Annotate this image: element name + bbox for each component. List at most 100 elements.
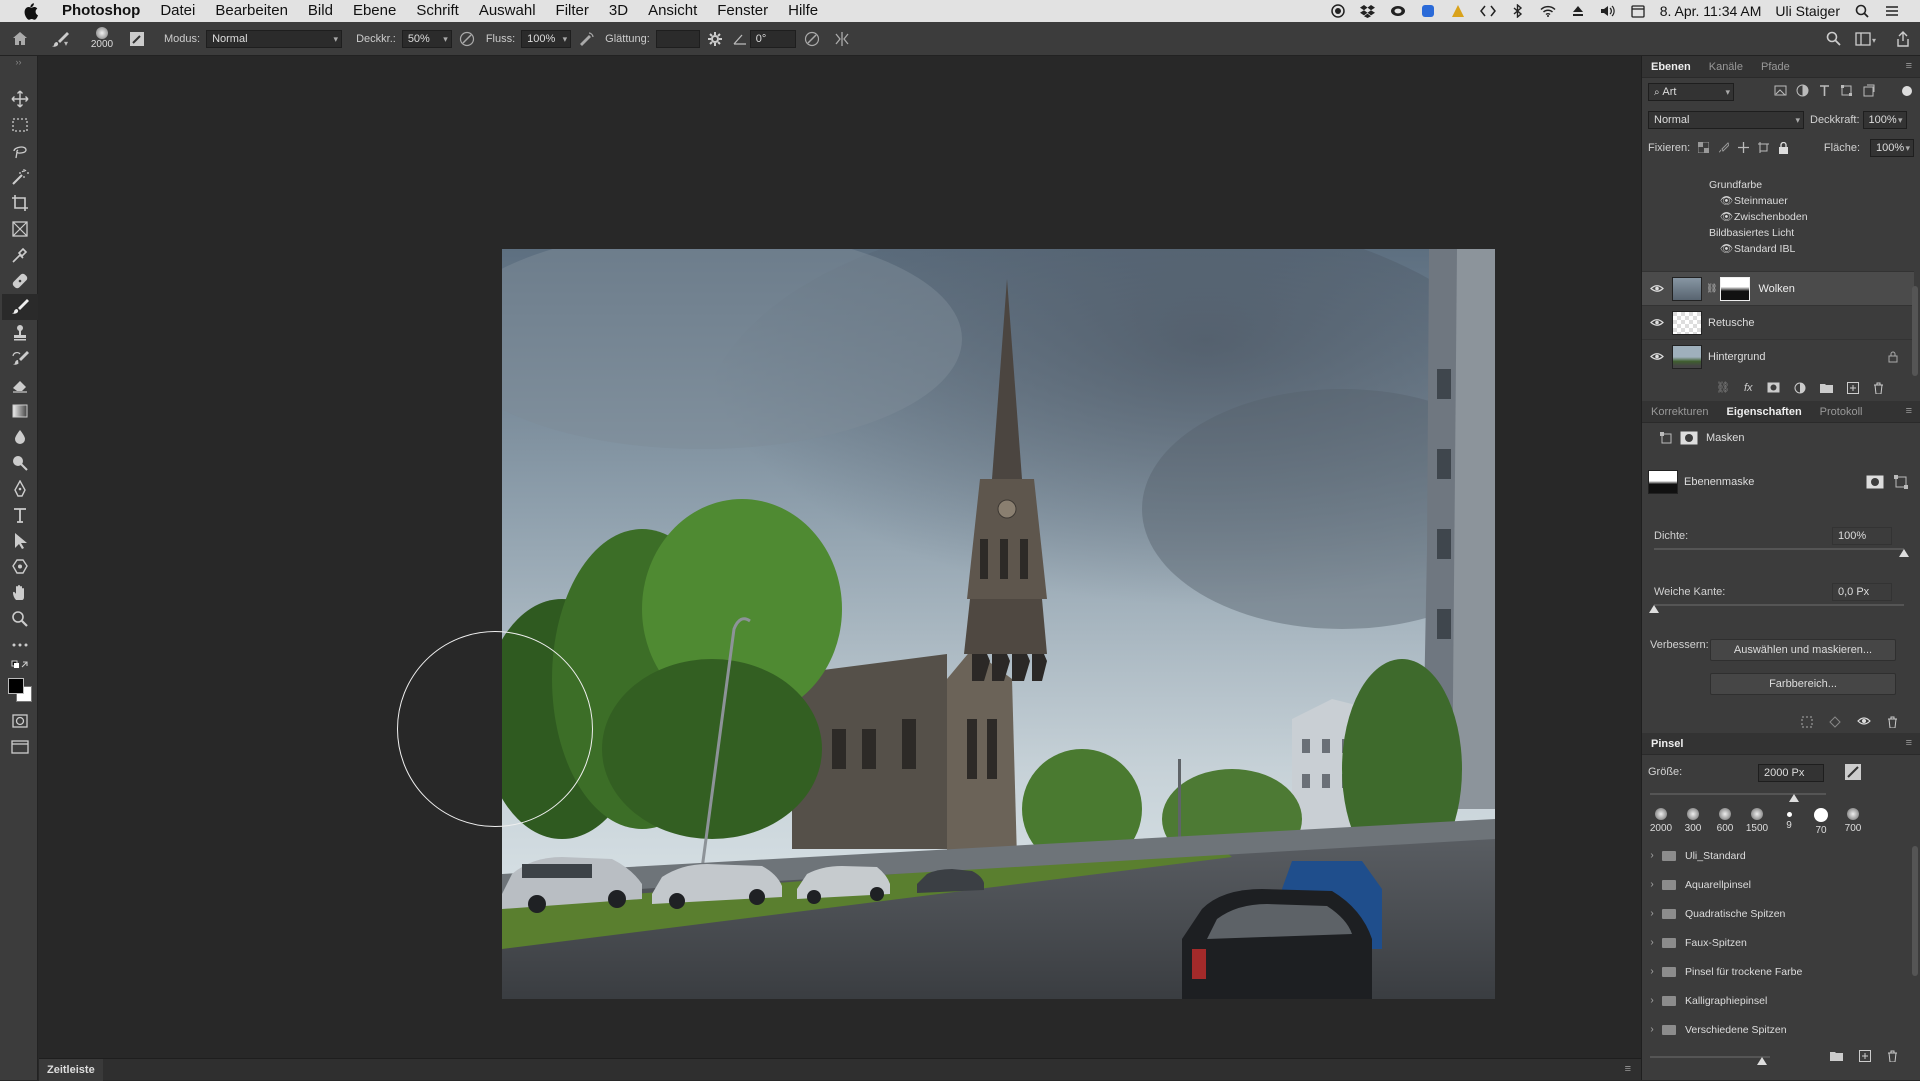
pen-tool-icon[interactable] bbox=[2, 476, 38, 502]
menu-bearbeiten[interactable]: Bearbeiten bbox=[205, 0, 298, 22]
apply-mask-icon[interactable] bbox=[1829, 716, 1841, 728]
brush-preset-9[interactable]: 9 bbox=[1774, 808, 1804, 831]
menu-hilfe[interactable]: Hilfe bbox=[778, 0, 828, 22]
brush-preset-70[interactable]: 70 bbox=[1806, 808, 1836, 836]
new-layer-icon[interactable] bbox=[1846, 381, 1859, 394]
eye-icon[interactable] bbox=[1642, 318, 1672, 327]
mode-select[interactable]: Normal ▾ bbox=[206, 29, 343, 48]
trash-icon[interactable] bbox=[1873, 382, 1884, 394]
fx-item-steinmauer[interactable]: 👁 Steinmauer bbox=[1642, 193, 1914, 209]
fx-item-grundfarbe[interactable]: Grundfarbe bbox=[1642, 177, 1914, 193]
new-group-icon[interactable] bbox=[1819, 382, 1833, 393]
panel-menu-icon[interactable]: ≡ bbox=[1906, 737, 1912, 749]
layers-scrollbar[interactable] bbox=[1912, 286, 1918, 376]
bluetooth-icon[interactable] bbox=[1510, 4, 1526, 18]
color-swatches[interactable] bbox=[2, 674, 38, 708]
pressure-opacity-icon[interactable] bbox=[452, 27, 482, 51]
brush-folder-kalligraphiepinsel[interactable]: › Kalligraphiepinsel bbox=[1642, 986, 1914, 1015]
brush-folder-uli-standard[interactable]: › Uli_Standard bbox=[1642, 841, 1914, 870]
chevron-right-icon[interactable]: › bbox=[1642, 850, 1662, 861]
brush-tool-icon[interactable] bbox=[2, 294, 38, 320]
brush-size-slider[interactable] bbox=[1650, 793, 1826, 795]
wifi-icon[interactable] bbox=[1540, 4, 1556, 18]
new-brush-group-icon[interactable] bbox=[1830, 1050, 1843, 1061]
menubar-user[interactable]: Uli Staiger bbox=[1775, 3, 1840, 19]
airbrush-icon[interactable] bbox=[571, 27, 601, 51]
panel-menu-icon[interactable]: ≡ bbox=[1906, 405, 1912, 417]
pressure-size-icon[interactable] bbox=[796, 27, 828, 51]
quick-mask-icon[interactable] bbox=[2, 708, 38, 734]
opacity-input[interactable]: 50% ▾ bbox=[401, 29, 452, 48]
brush-folder-faux-spitzen[interactable]: › Faux-Spitzen bbox=[1642, 928, 1914, 957]
eye-icon[interactable] bbox=[1642, 352, 1672, 361]
layer-row-wolken[interactable]: ⛓ Wolken bbox=[1642, 271, 1914, 305]
flow-input[interactable]: 100% ▾ bbox=[521, 29, 572, 48]
canvas-area[interactable] bbox=[39, 56, 1641, 1058]
warning-icon[interactable] bbox=[1450, 4, 1466, 18]
brush-size-picker[interactable]: 2000 bbox=[80, 27, 124, 51]
link-icon[interactable]: ⛓ bbox=[1706, 283, 1717, 294]
menu-3d[interactable]: 3D bbox=[599, 0, 638, 22]
menu-datei[interactable]: Datei bbox=[150, 0, 205, 22]
menu-fenster[interactable]: Fenster bbox=[707, 0, 778, 22]
feather-slider[interactable] bbox=[1654, 604, 1904, 606]
lock-artboard-icon[interactable] bbox=[1758, 142, 1770, 153]
fill-input[interactable]: 100% ▾ bbox=[1870, 139, 1914, 157]
eyedropper-tool-icon[interactable] bbox=[2, 242, 38, 268]
magic-wand-tool-icon[interactable] bbox=[2, 164, 38, 190]
screen-mode-icon[interactable] bbox=[2, 734, 38, 760]
search-icon[interactable] bbox=[1818, 27, 1848, 51]
add-mask-icon[interactable] bbox=[1767, 382, 1780, 393]
brush-preset-300[interactable]: 300 bbox=[1678, 808, 1708, 834]
brush-settings-panel-icon[interactable] bbox=[124, 27, 150, 51]
fx-item-standard-ibl[interactable]: 👁 Standard IBL bbox=[1642, 241, 1914, 257]
blend-mode-select[interactable]: Normal ▾ bbox=[1648, 111, 1804, 129]
tab-channels[interactable]: Kanäle bbox=[1700, 56, 1752, 78]
link-layers-icon[interactable]: ⛓ bbox=[1716, 381, 1730, 394]
menu-ansicht[interactable]: Ansicht bbox=[638, 0, 707, 22]
smoothing-input[interactable] bbox=[655, 29, 700, 48]
feather-input[interactable]: 0,0 Px bbox=[1832, 583, 1892, 601]
eye-icon[interactable]: 👁 bbox=[1720, 241, 1734, 257]
density-slider-thumb[interactable] bbox=[1899, 549, 1909, 557]
move-tool-icon[interactable] bbox=[2, 86, 38, 112]
brush-preview-size-slider[interactable] bbox=[1650, 1056, 1770, 1058]
eject-icon[interactable] bbox=[1570, 4, 1586, 18]
dodge-tool-icon[interactable] bbox=[2, 450, 38, 476]
layer-row-retusche[interactable]: Retusche bbox=[1642, 305, 1914, 339]
panel-menu-icon[interactable]: ≡ bbox=[1906, 60, 1912, 72]
marquee-tool-icon[interactable] bbox=[2, 112, 38, 138]
brush-folder-trockene-farbe[interactable]: › Pinsel für trockene Farbe bbox=[1642, 957, 1914, 986]
brush-preview-size-thumb[interactable] bbox=[1757, 1057, 1767, 1065]
panel-collapse-icon[interactable]: ›› bbox=[0, 56, 37, 68]
app-status-icon[interactable] bbox=[1420, 4, 1436, 18]
pixel-filter-icon[interactable] bbox=[1774, 84, 1787, 97]
chevron-right-icon[interactable]: › bbox=[1642, 1024, 1662, 1035]
hand-tool-icon[interactable] bbox=[2, 580, 38, 606]
chevron-right-icon[interactable]: › bbox=[1642, 966, 1662, 977]
menu-bild[interactable]: Bild bbox=[298, 0, 343, 22]
more-tools-icon[interactable] bbox=[2, 632, 38, 658]
stamp-tool-icon[interactable] bbox=[2, 320, 38, 346]
lock-image-pixels-icon[interactable] bbox=[1718, 142, 1730, 153]
healing-brush-tool-icon[interactable] bbox=[2, 268, 38, 294]
workspace-switcher-icon[interactable]: ▾ bbox=[1848, 27, 1886, 51]
path-selection-tool-icon[interactable] bbox=[2, 528, 38, 554]
home-icon[interactable] bbox=[0, 27, 40, 51]
select-and-mask-button[interactable]: Auswählen und maskieren... bbox=[1710, 639, 1896, 661]
layer-row-hintergrund[interactable]: Hintergrund bbox=[1642, 339, 1914, 373]
timeline-tab[interactable]: Zeitleiste bbox=[39, 1059, 103, 1081]
pixel-mask-icon[interactable] bbox=[1660, 432, 1672, 444]
layer-opacity-input[interactable]: 100% ▾ bbox=[1862, 111, 1907, 129]
brush-folder-aquarellpinsel[interactable]: › Aquarellpinsel bbox=[1642, 870, 1914, 899]
menu-auswahl[interactable]: Auswahl bbox=[469, 0, 546, 22]
layer-mask-thumbnail[interactable] bbox=[1720, 276, 1751, 301]
foreground-color-swatch[interactable] bbox=[8, 678, 24, 694]
trash-icon[interactable] bbox=[1887, 716, 1898, 728]
menu-ebene[interactable]: Ebene bbox=[343, 0, 406, 22]
new-brush-icon[interactable] bbox=[1859, 1050, 1871, 1062]
chevron-right-icon[interactable]: › bbox=[1642, 879, 1662, 890]
select-pixel-mask-icon[interactable] bbox=[1866, 475, 1884, 489]
eye-icon[interactable]: 👁 bbox=[1720, 209, 1734, 225]
calendar-icon[interactable] bbox=[1630, 4, 1646, 18]
